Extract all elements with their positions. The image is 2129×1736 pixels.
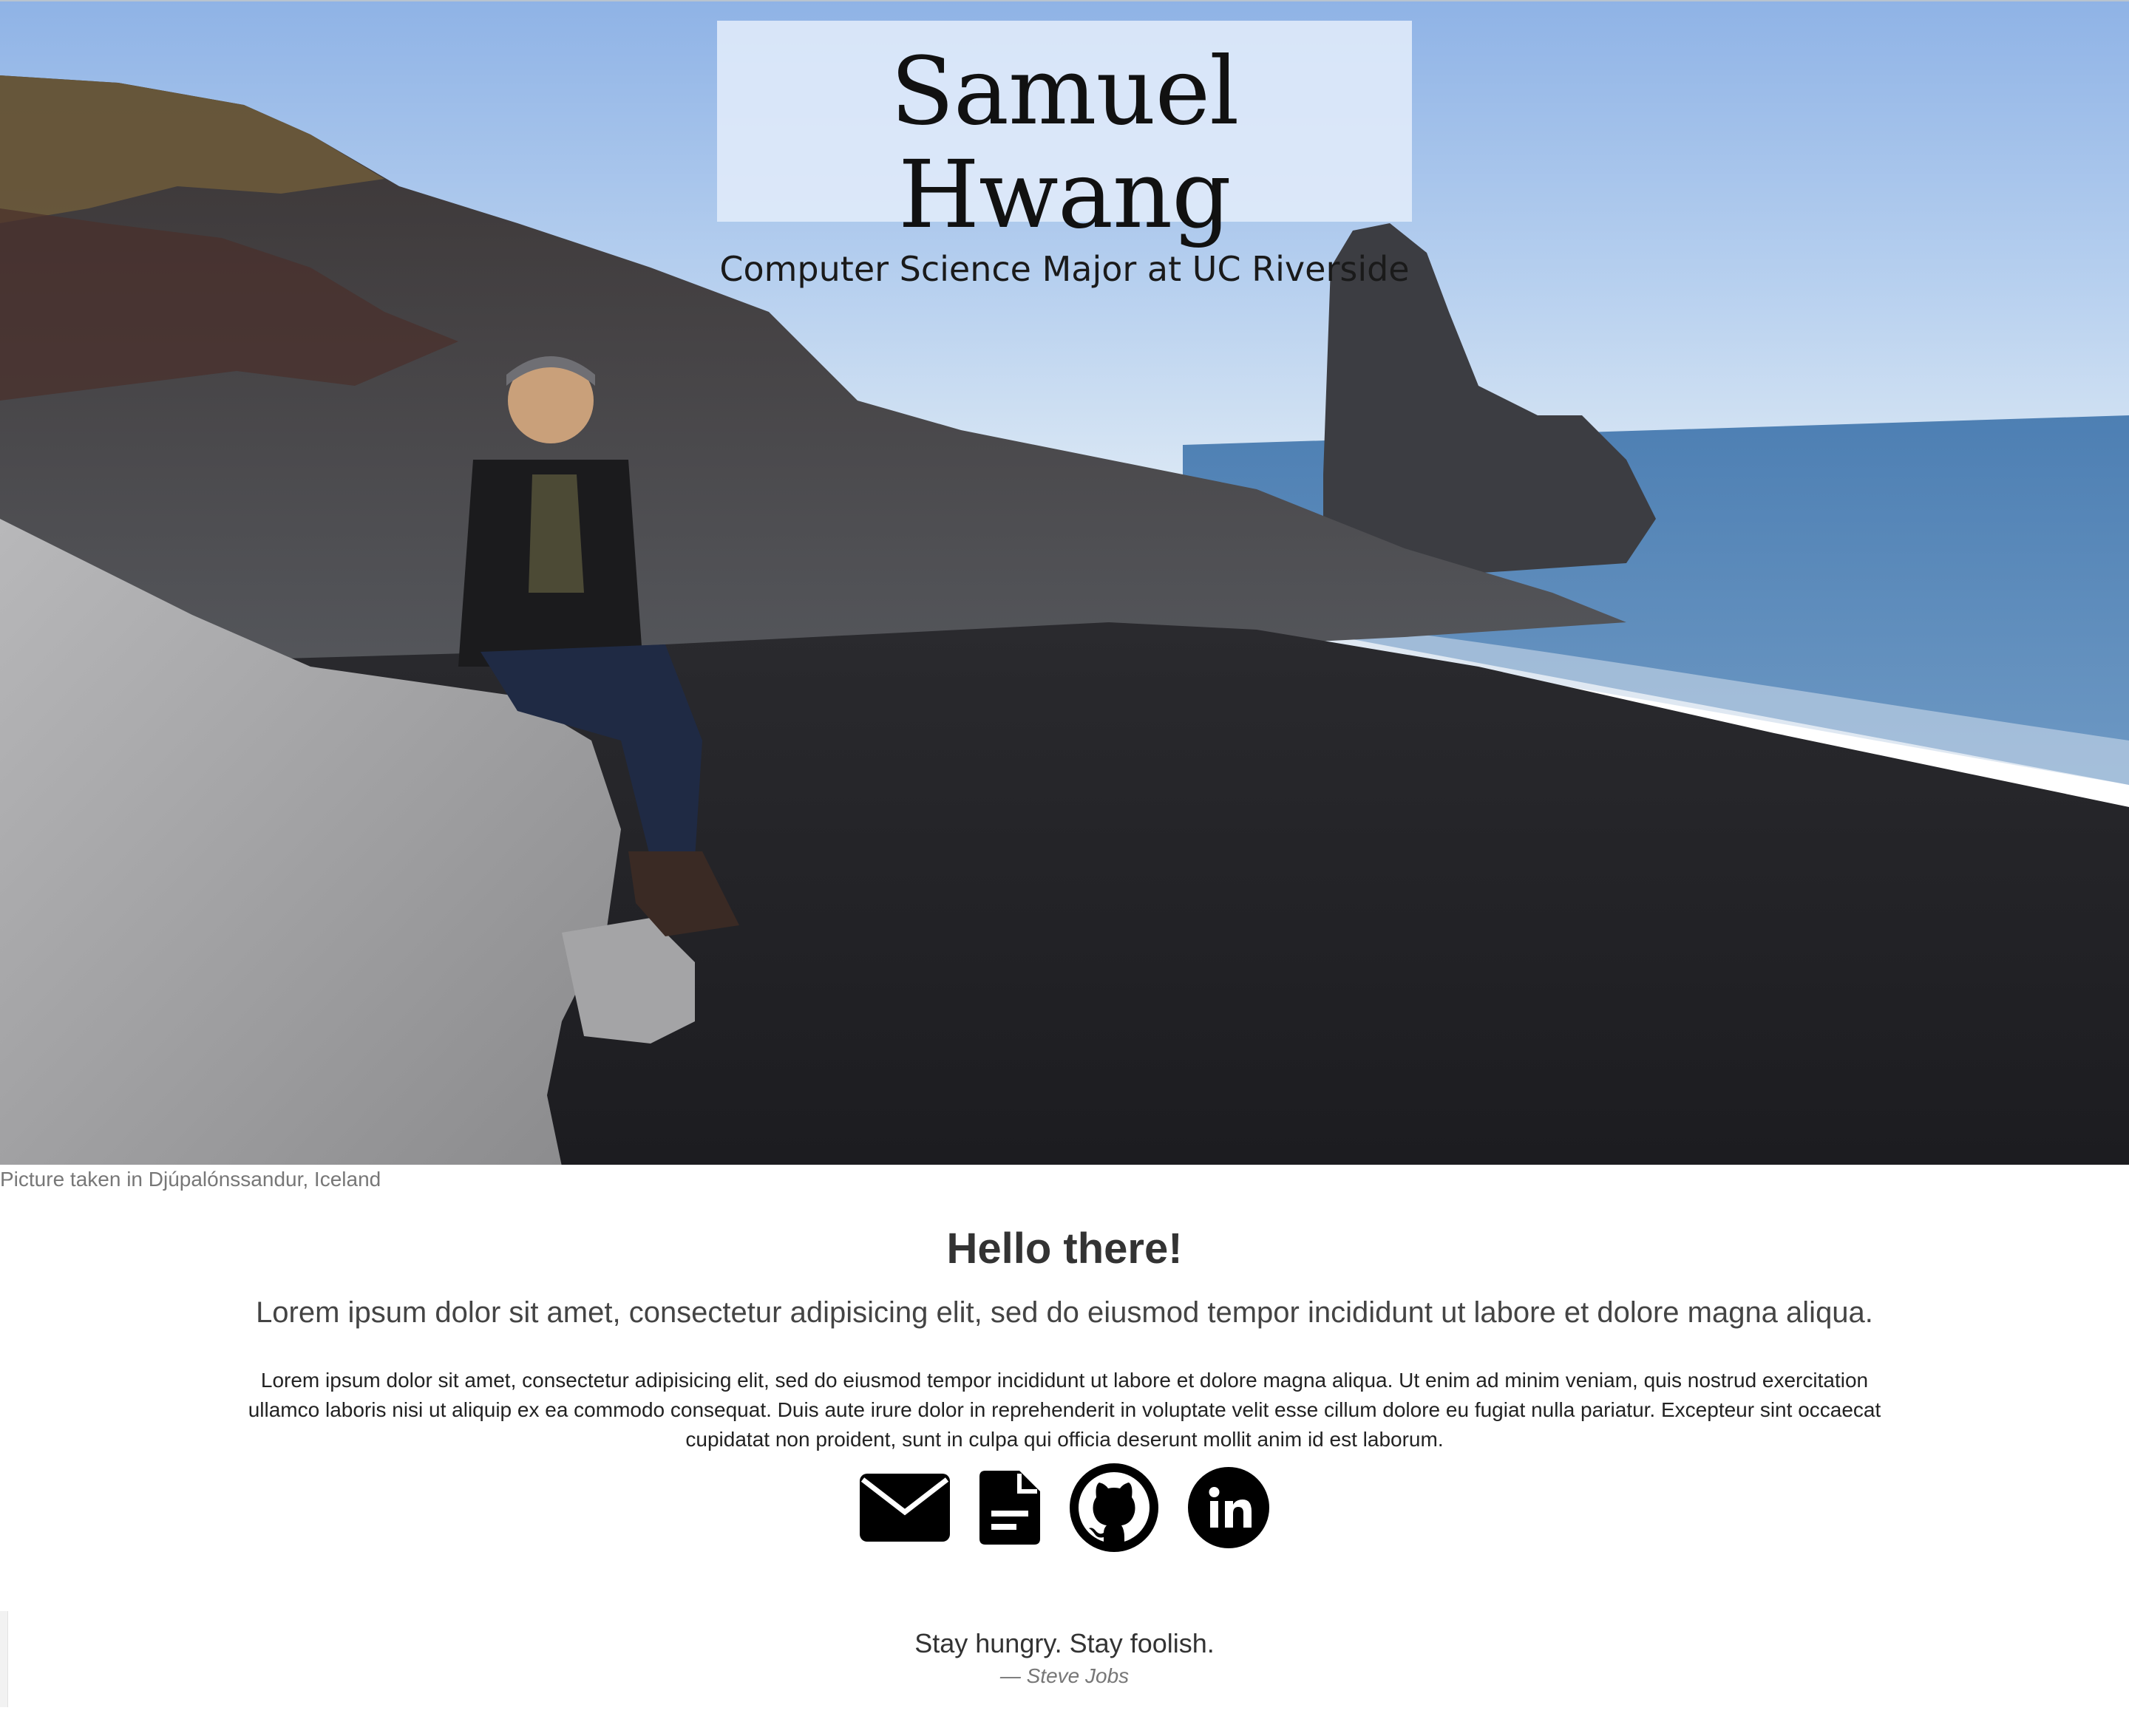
linkedin-link[interactable] <box>1188 1463 1269 1552</box>
intro-body: Lorem ipsum dolor sit amet, consectetur … <box>248 1369 1881 1451</box>
photo-caption: Picture taken in Djúpalónssandur, Icelan… <box>0 1168 381 1191</box>
intro-lead: Lorem ipsum dolor sit amet, consectetur … <box>256 1296 1873 1329</box>
resume-link[interactable] <box>979 1463 1040 1552</box>
linkedin-icon <box>1188 1467 1269 1548</box>
page-subtitle: Computer Science Major at UC Riverside <box>719 249 1410 289</box>
envelope-icon <box>860 1474 950 1542</box>
document-icon <box>979 1471 1040 1545</box>
github-link[interactable] <box>1070 1463 1158 1552</box>
title-box: Samuel Hwang Computer Science Major at U… <box>717 21 1412 289</box>
intro-section: Hello there! Lorem ipsum dolor sit amet,… <box>0 1212 2129 1454</box>
intro-heading: Hello there! <box>946 1225 1183 1273</box>
hero-banner: Samuel Hwang Computer Science Major at U… <box>0 0 2129 1165</box>
email-link[interactable] <box>860 1463 950 1552</box>
quote-author: — Steve Jobs <box>999 1664 1130 1687</box>
quote-block: Stay hungry. Stay foolish. — Steve Jobs <box>0 1626 2129 1691</box>
page-title: Samuel Hwang <box>890 37 1240 249</box>
social-links <box>0 1463 2129 1552</box>
quote-text: Stay hungry. Stay foolish. <box>914 1628 1215 1658</box>
github-icon <box>1070 1463 1158 1552</box>
